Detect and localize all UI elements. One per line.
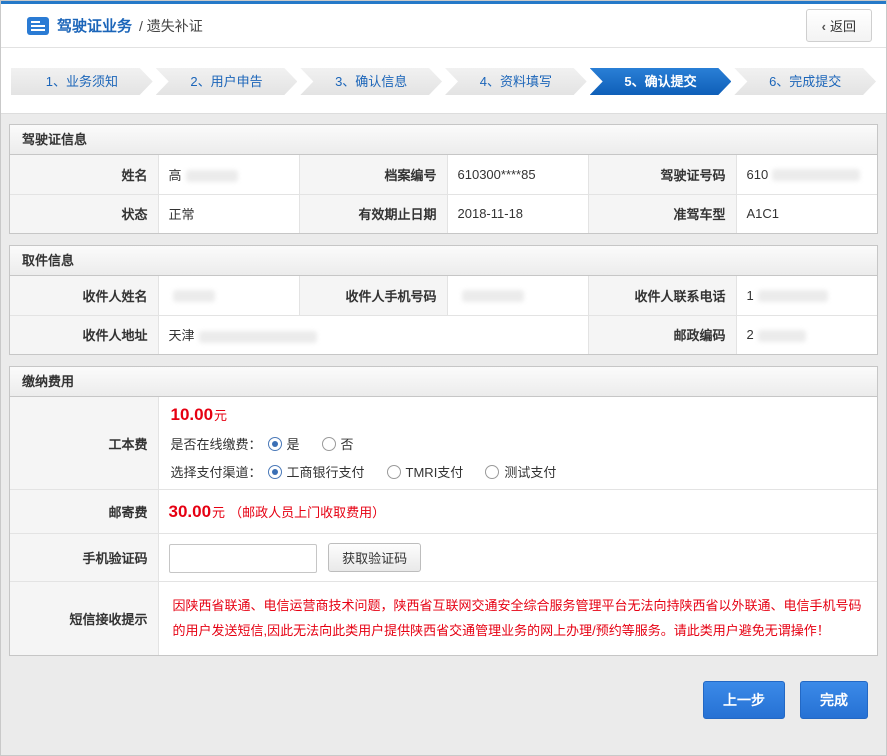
table-row: 姓名 高 档案编号 610300****85 驾驶证号码 610 xyxy=(10,155,877,194)
redacted-text xyxy=(462,290,524,302)
field-label: 收件人地址 xyxy=(10,315,158,354)
pay-channel-options: 选择支付渠道： 工商银行支付 TMRI支付 测试支付 xyxy=(171,462,866,481)
table-row: 收件人姓名 收件人手机号码 收件人联系电话 1 xyxy=(10,276,877,315)
get-code-button[interactable]: 获取验证码 xyxy=(328,543,421,572)
sms-notice-cell: 因陕西省联通、电信运营商技术问题，陕西省互联网交通安全综合服务管理平台无法向持陕… xyxy=(158,582,877,656)
sms-notice-text: 因陕西省联通、电信运营商技术问题，陕西省互联网交通安全综合服务管理平台无法向持陕… xyxy=(171,590,866,647)
back-button[interactable]: ‹ 返回 xyxy=(806,9,872,42)
field-value: 2 xyxy=(736,315,877,354)
main-content: 驾驶证信息 姓名 高 档案编号 610300****85 驾驶证号码 610 状… xyxy=(1,114,886,719)
table-row: 短信接收提示 因陕西省联通、电信运营商技术问题，陕西省互联网交通安全综合服务管理… xyxy=(10,582,877,656)
table-row: 手机验证码 获取验证码 xyxy=(10,534,877,582)
field-value: 高 xyxy=(158,155,299,194)
table-row: 邮寄费 30.00元（邮政人员上门收取费用） xyxy=(10,490,877,534)
redacted-text xyxy=(173,290,215,302)
redacted-text xyxy=(758,290,828,302)
radio-unchecked-icon xyxy=(387,465,401,479)
sms-code-cell: 获取验证码 xyxy=(158,534,877,582)
radio-unchecked-icon xyxy=(485,465,499,479)
section-title-pickup: 取件信息 xyxy=(10,246,877,276)
page: 驾驶证业务 / 遗失补证 ‹ 返回 1、业务须知 2、用户申告 3、确认信息 4、… xyxy=(0,0,887,756)
field-value xyxy=(447,276,588,315)
field-label: 状态 xyxy=(10,194,158,233)
radio-channel-icbc[interactable]: 工商银行支付 xyxy=(268,462,365,481)
step-1-business-notice: 1、业务须知 xyxy=(11,68,153,95)
radio-checked-icon xyxy=(268,437,282,451)
field-value: 610300****85 xyxy=(447,155,588,194)
breadcrumb-current: / 遗失补证 xyxy=(139,16,203,36)
license-info-section: 驾驶证信息 姓名 高 档案编号 610300****85 驾驶证号码 610 状… xyxy=(9,124,878,234)
finish-button[interactable]: 完成 xyxy=(800,681,868,719)
previous-step-button[interactable]: 上一步 xyxy=(703,681,785,719)
back-button-label: 返回 xyxy=(830,19,856,34)
field-label: 邮政编码 xyxy=(588,315,736,354)
pickup-info-section: 取件信息 收件人姓名 收件人手机号码 收件人联系电话 1 收件人地址 天津 邮政… xyxy=(9,245,878,355)
step-6-complete-submit: 6、完成提交 xyxy=(734,68,876,95)
pay-channel-question: 选择支付渠道： xyxy=(171,462,262,481)
radio-channel-tmri[interactable]: TMRI支付 xyxy=(387,462,464,481)
step-2-user-declaration: 2、用户申告 xyxy=(156,68,298,95)
field-label: 收件人手机号码 xyxy=(299,276,447,315)
redacted-text xyxy=(758,330,806,342)
steps-strip: 1、业务须知 2、用户申告 3、确认信息 4、资料填写 5、确认提交 6、完成提… xyxy=(1,48,886,114)
postage-fee-label: 邮寄费 xyxy=(10,490,158,534)
pickup-info-table: 收件人姓名 收件人手机号码 收件人联系电话 1 收件人地址 天津 邮政编码 2 xyxy=(10,276,877,354)
table-row: 收件人地址 天津 邮政编码 2 xyxy=(10,315,877,354)
step-5-confirm-submit: 5、确认提交 xyxy=(590,68,732,95)
field-label: 收件人联系电话 xyxy=(588,276,736,315)
license-business-icon xyxy=(27,17,49,35)
sms-code-label: 手机验证码 xyxy=(10,534,158,582)
section-title-license: 驾驶证信息 xyxy=(10,125,877,155)
radio-channel-test[interactable]: 测试支付 xyxy=(485,462,556,481)
steps-wizard: 1、业务须知 2、用户申告 3、确认信息 4、资料填写 5、确认提交 6、完成提… xyxy=(11,68,876,95)
field-value: 610 xyxy=(736,155,877,194)
redacted-text xyxy=(199,331,317,343)
page-title: 驾驶证业务 xyxy=(57,15,132,36)
footer-actions: 上一步 完成 xyxy=(9,667,878,719)
base-fee-amount: 10.00元 xyxy=(171,405,866,425)
online-pay-question: 是否在线缴费： xyxy=(171,434,262,453)
field-label: 准驾车型 xyxy=(588,194,736,233)
section-title-payment: 缴纳费用 xyxy=(10,367,877,397)
base-fee-cell: 10.00元 是否在线缴费： 是 否 选择支付渠道： 工商银行支付 TMRI支付… xyxy=(158,397,877,490)
base-fee-label: 工本费 xyxy=(10,397,158,490)
field-label: 姓名 xyxy=(10,155,158,194)
field-value: 1 xyxy=(736,276,877,315)
field-value: A1C1 xyxy=(736,194,877,233)
chevron-left-icon: ‹ xyxy=(822,19,826,34)
step-3-confirm-info: 3、确认信息 xyxy=(300,68,442,95)
postage-fee-cell: 30.00元（邮政人员上门收取费用） xyxy=(158,490,877,534)
payment-table: 工本费 10.00元 是否在线缴费： 是 否 选择支付渠道： 工商银行支付 TM… xyxy=(10,397,877,655)
sms-code-input[interactable] xyxy=(169,544,317,573)
online-pay-options: 是否在线缴费： 是 否 xyxy=(171,434,866,453)
redacted-text xyxy=(186,170,238,182)
field-label: 有效期止日期 xyxy=(299,194,447,233)
field-label: 档案编号 xyxy=(299,155,447,194)
field-value: 正常 xyxy=(158,194,299,233)
payment-section: 缴纳费用 工本费 10.00元 是否在线缴费： 是 否 选择支付渠道： 工商银行… xyxy=(9,366,878,656)
radio-online-yes[interactable]: 是 xyxy=(268,434,300,453)
redacted-text xyxy=(772,169,860,181)
step-4-fill-data: 4、资料填写 xyxy=(445,68,587,95)
field-value xyxy=(158,276,299,315)
sms-notice-label: 短信接收提示 xyxy=(10,582,158,656)
field-value: 2018-11-18 xyxy=(447,194,588,233)
field-label: 收件人姓名 xyxy=(10,276,158,315)
field-label: 驾驶证号码 xyxy=(588,155,736,194)
table-row: 状态 正常 有效期止日期 2018-11-18 准驾车型 A1C1 xyxy=(10,194,877,233)
field-value: 天津 xyxy=(158,315,588,354)
radio-online-no[interactable]: 否 xyxy=(322,434,354,453)
license-info-table: 姓名 高 档案编号 610300****85 驾驶证号码 610 状态 正常 有… xyxy=(10,155,877,233)
table-row: 工本费 10.00元 是否在线缴费： 是 否 选择支付渠道： 工商银行支付 TM… xyxy=(10,397,877,490)
radio-unchecked-icon xyxy=(322,437,336,451)
radio-checked-icon xyxy=(268,465,282,479)
top-header: 驾驶证业务 / 遗失补证 ‹ 返回 xyxy=(1,1,886,48)
